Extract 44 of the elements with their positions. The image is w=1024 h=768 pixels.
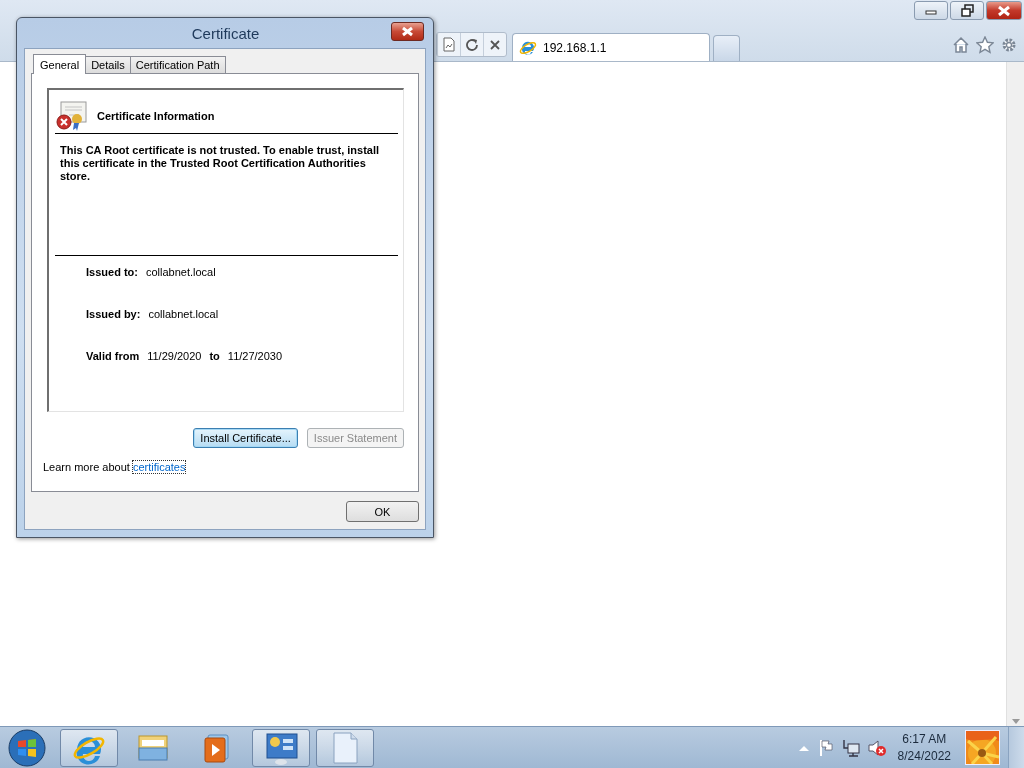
clock[interactable]: 6:17 AM 8/24/2022 bbox=[897, 730, 951, 765]
flag-icon[interactable] bbox=[817, 738, 834, 757]
new-tab-button[interactable] bbox=[713, 35, 740, 61]
certificate-error-icon bbox=[55, 101, 87, 131]
show-hidden-icons-icon[interactable] bbox=[797, 743, 810, 752]
page-icon bbox=[442, 37, 456, 52]
close-button[interactable] bbox=[986, 1, 1022, 20]
home-icon[interactable] bbox=[952, 35, 970, 54]
ok-button[interactable]: OK bbox=[346, 501, 419, 522]
field-label: Issued by: bbox=[86, 308, 141, 320]
taskbar-button[interactable] bbox=[60, 728, 118, 767]
refresh-icon bbox=[465, 38, 479, 51]
close-icon bbox=[997, 4, 1011, 17]
certificates-link[interactable]: certificates bbox=[132, 461, 186, 473]
close-button[interactable] bbox=[391, 21, 424, 41]
restore-icon bbox=[960, 4, 974, 17]
field-value: collabnet.local bbox=[145, 266, 216, 278]
field-value: 11/27/2030 bbox=[227, 350, 283, 362]
learn-more-text: Learn more about certificates bbox=[43, 461, 187, 473]
trust-warning-text: This CA Root certificate is not trusted. To enable trust, install this certificate in the Trusted Root Certification Authorities store. bbox=[55, 134, 398, 256]
window-title: Certificate bbox=[190, 24, 261, 42]
field-value: 11/29/2020 bbox=[147, 350, 202, 362]
field-label: to bbox=[209, 350, 220, 362]
dialog-tab[interactable]: General bbox=[33, 54, 87, 74]
field-label: Issued to: bbox=[86, 266, 138, 278]
taskbar-button[interactable] bbox=[316, 728, 374, 767]
field-label: Valid from bbox=[86, 350, 140, 362]
star-icon[interactable] bbox=[976, 35, 994, 54]
show-desktop-button[interactable] bbox=[1008, 727, 1024, 768]
speaker-muted-icon[interactable] bbox=[867, 738, 886, 757]
network-icon[interactable] bbox=[841, 738, 860, 757]
field-value: collabnet.local bbox=[148, 308, 219, 320]
control-panel-icon bbox=[264, 730, 298, 765]
restore-button[interactable] bbox=[950, 1, 984, 20]
start-button[interactable] bbox=[8, 728, 46, 767]
dialog-tab[interactable]: Certification Path bbox=[129, 56, 226, 73]
close-icon bbox=[401, 25, 414, 37]
taskbar-button[interactable] bbox=[252, 728, 310, 767]
dialog-button[interactable]: Install Certificate... bbox=[193, 428, 298, 448]
scrollbar[interactable] bbox=[1006, 62, 1024, 726]
stop-icon bbox=[489, 38, 501, 51]
section-heading: Certificate Information bbox=[97, 110, 215, 122]
browser-tab[interactable]: 192.168.1.1 bbox=[512, 33, 710, 61]
dialog-tab[interactable]: Details bbox=[85, 56, 131, 73]
